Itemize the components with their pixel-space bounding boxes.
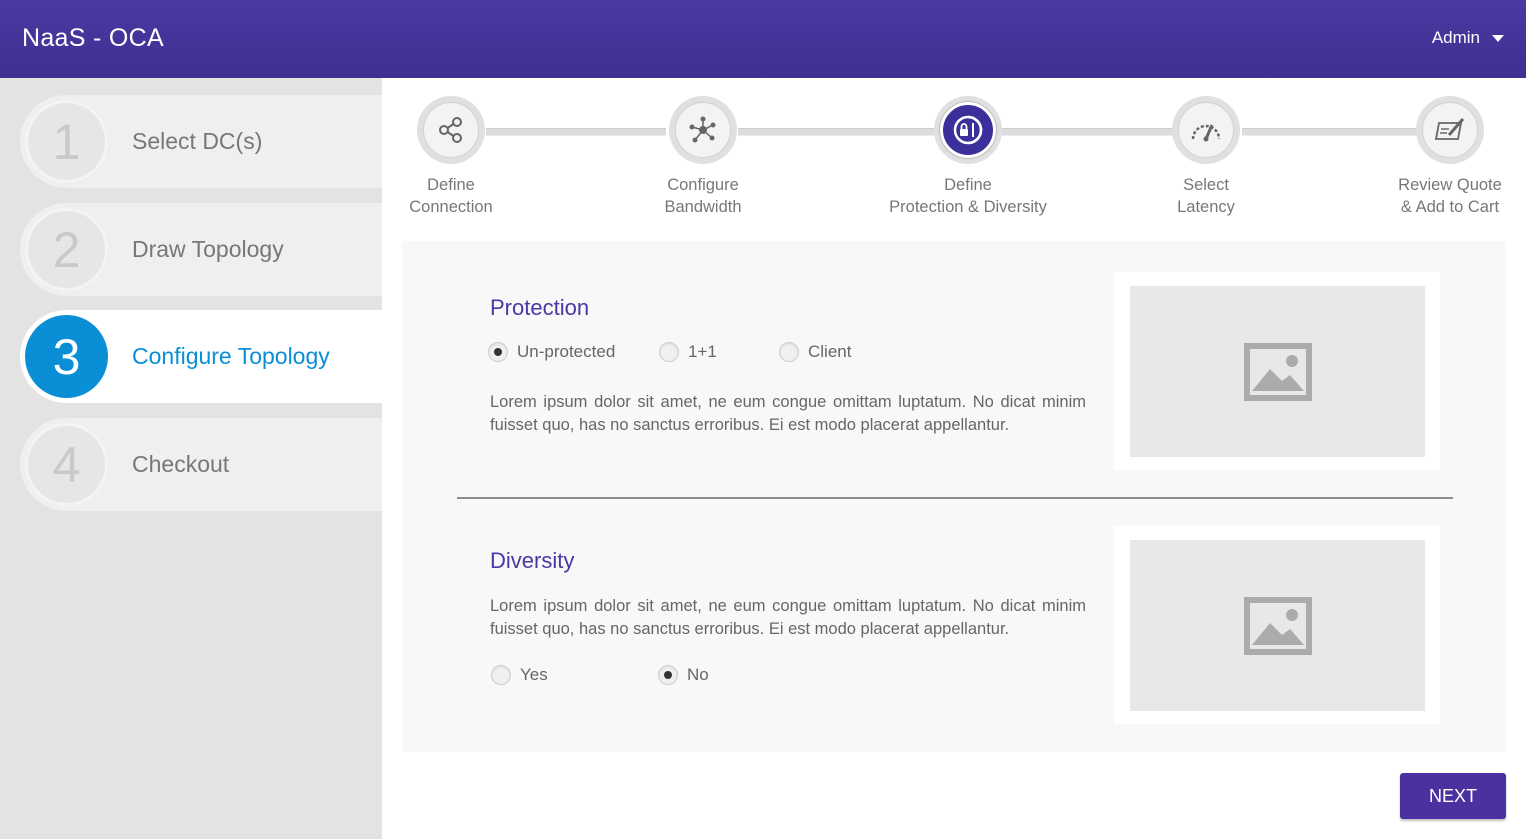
radio-button <box>491 665 511 685</box>
user-name: Admin <box>1431 28 1480 47</box>
step-label-line: Protection & Diversity <box>889 198 1047 216</box>
sidebar-item-select-dc[interactable]: 1 Select DC(s) <box>20 95 382 188</box>
image-placeholder <box>1130 286 1425 457</box>
step-circle <box>417 96 485 164</box>
step-define-connection[interactable]: Define Connection <box>366 96 536 218</box>
radio-label: 1+1 <box>688 342 717 361</box>
user-menu[interactable]: Admin <box>1432 28 1504 48</box>
radio-label: Yes <box>520 665 548 684</box>
step-circle <box>669 96 737 164</box>
sidebar-item-label: Configure Topology <box>132 343 330 369</box>
step-number: 2 <box>25 208 108 291</box>
protection-diversity-panel: Protection Un-protected 1+1 Client Lorem… <box>402 241 1506 752</box>
radio-label: Un-protected <box>517 342 616 361</box>
step-review-quote[interactable]: Review Quote & Add to Cart <box>1365 96 1526 218</box>
section-divider <box>457 497 1453 499</box>
step-label: Select Latency <box>1121 174 1291 218</box>
step-configure-bandwidth[interactable]: Configure Bandwidth <box>618 96 788 218</box>
sidebar-item-draw-topology[interactable]: 2 Draw Topology <box>20 203 382 296</box>
step-label: Define Protection & Diversity <box>883 174 1053 218</box>
step-circle <box>934 96 1002 164</box>
step-select-latency[interactable]: Select Latency <box>1121 96 1291 218</box>
radio-label: No <box>687 665 709 684</box>
step-circle <box>1172 96 1240 164</box>
step-label: Review Quote & Add to Cart <box>1365 174 1526 218</box>
step-number: 4 <box>25 423 108 506</box>
app-title: NaaS - OCA <box>22 24 164 52</box>
sidebar-item-label: Draw Topology <box>132 236 284 262</box>
image-placeholder-icon <box>1243 342 1312 401</box>
chevron-down-icon <box>1492 34 1504 42</box>
step-label-line: Select <box>1183 176 1229 194</box>
shield-lock-icon <box>940 102 996 158</box>
diversity-description: Lorem ipsum dolor sit amet, ne eum congu… <box>490 597 1086 638</box>
radio-button-checked <box>658 665 678 685</box>
network-hub-icon <box>675 102 731 158</box>
radio-label: Client <box>808 342 852 361</box>
sidebar: 1 Select DC(s) 2 Draw Topology 3 Configu… <box>0 78 382 839</box>
step-define-protection-diversity[interactable]: Define Protection & Diversity <box>883 96 1053 218</box>
radio-button-checked <box>488 342 508 362</box>
next-button[interactable]: NEXT <box>1400 773 1506 819</box>
protection-description: Lorem ipsum dolor sit amet, ne eum congu… <box>490 393 1086 434</box>
step-number: 3 <box>25 315 108 398</box>
diversity-image <box>1114 526 1440 724</box>
step-label: Define Connection <box>366 174 536 218</box>
progress-stepper: Define Connection Configure Bandwidth De… <box>402 96 1506 226</box>
protection-title: Protection <box>490 295 590 320</box>
diversity-title: Diversity <box>490 548 575 573</box>
image-placeholder <box>1130 540 1425 711</box>
radio-one-plus-one[interactable]: 1+1 <box>659 342 717 362</box>
step-label-line: Define <box>944 176 992 194</box>
step-label: Configure Bandwidth <box>618 174 788 218</box>
share-icon <box>423 102 479 158</box>
step-label-line: Review Quote <box>1398 176 1502 194</box>
sidebar-item-configure-topology[interactable]: 3 Configure Topology <box>20 310 382 403</box>
step-label-line: Define <box>427 176 475 194</box>
sidebar-item-label: Checkout <box>132 451 230 477</box>
step-label-line: Connection <box>409 198 493 216</box>
step-label-line: Latency <box>1177 198 1235 216</box>
radio-button <box>659 342 679 362</box>
radio-unprotected[interactable]: Un-protected <box>488 342 615 362</box>
sidebar-item-label: Select DC(s) <box>132 128 263 154</box>
radio-yes[interactable]: Yes <box>491 665 548 685</box>
image-placeholder-icon <box>1243 596 1312 655</box>
step-label-line: & Add to Cart <box>1400 198 1500 216</box>
step-circle <box>1416 96 1484 164</box>
top-bar: NaaS - OCA Admin <box>0 0 1526 78</box>
step-number: 1 <box>25 100 108 183</box>
step-label-line: Configure <box>667 176 739 194</box>
radio-no[interactable]: No <box>658 665 709 685</box>
speedometer-icon <box>1178 102 1234 158</box>
radio-client[interactable]: Client <box>779 342 851 362</box>
protection-image <box>1114 272 1440 470</box>
step-label-line: Bandwidth <box>664 198 742 216</box>
sidebar-item-checkout[interactable]: 4 Checkout <box>20 418 382 511</box>
edit-document-icon <box>1422 102 1478 158</box>
radio-button <box>779 342 799 362</box>
